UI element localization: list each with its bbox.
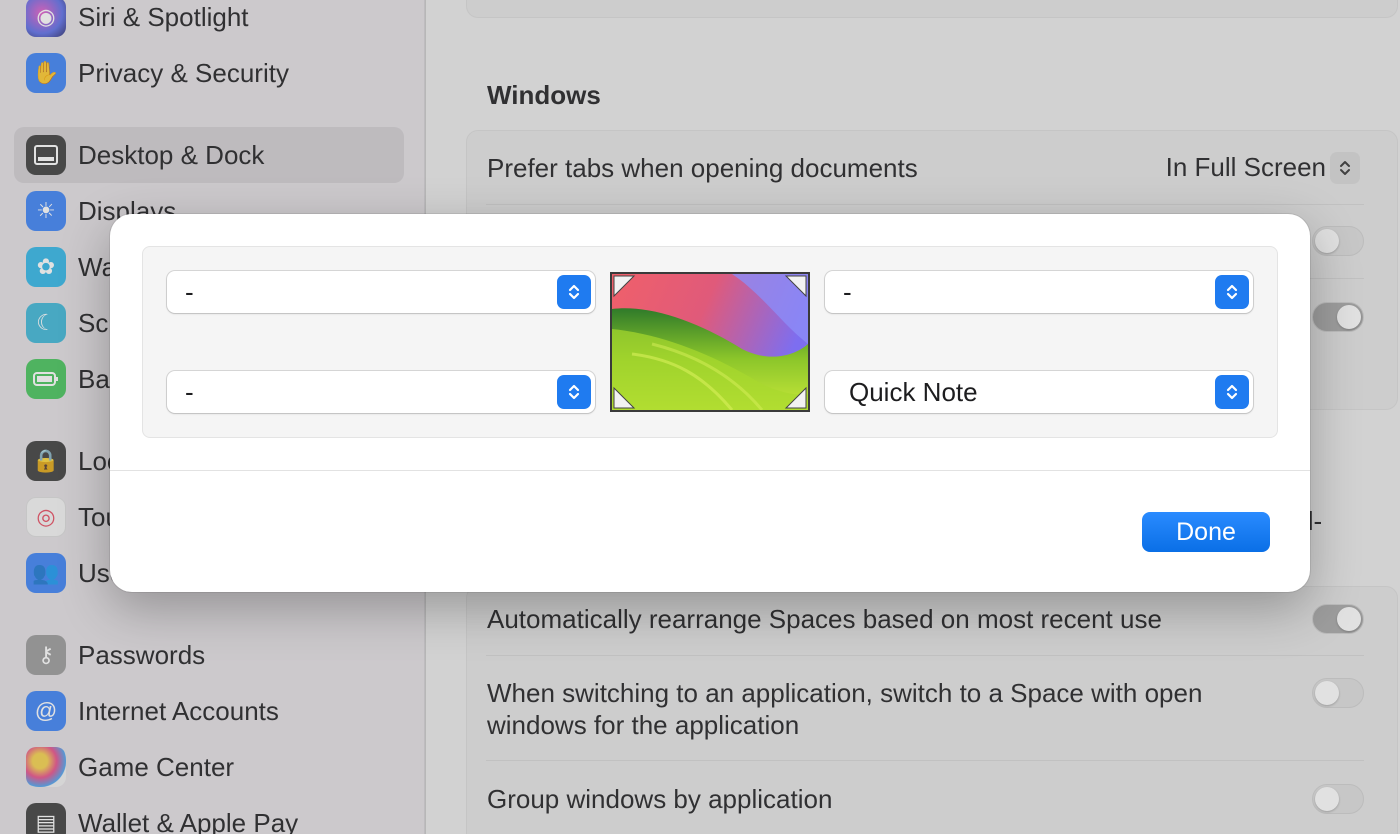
window-toggle-1[interactable]: [1312, 226, 1364, 256]
chevron-updown-icon: [557, 375, 591, 409]
wallpaper-thumbnail: [612, 274, 808, 410]
bottom-left-corner-value: -: [185, 376, 194, 407]
sidebar-item-game-center[interactable]: Game Center: [14, 739, 404, 795]
battery-icon: [26, 359, 66, 399]
chevron-updown-icon: [1215, 375, 1249, 409]
sidebar-item-label: Passwords: [78, 639, 206, 670]
sidebar-item-label: Internet Accounts: [78, 695, 279, 726]
key-icon: ⚷: [26, 635, 66, 675]
siri-icon: ◉: [26, 0, 66, 37]
sidebar-divider: [14, 112, 404, 113]
rearrange-spaces-label: Automatically rearrange Spaces based on …: [487, 604, 1162, 634]
top-left-corner-popup[interactable]: -: [167, 271, 595, 313]
group-windows-toggle[interactable]: [1312, 784, 1364, 814]
flower-icon: ✿: [26, 247, 66, 287]
group-windows-label: Group windows by application: [487, 784, 833, 814]
previous-group-box: [466, 0, 1398, 18]
sidebar-item-internet-accounts[interactable]: @ Internet Accounts: [14, 683, 404, 739]
sidebar-item-privacy[interactable]: ✋ Privacy & Security: [14, 45, 404, 101]
sidebar-item-label: Privacy & Security: [78, 57, 289, 88]
chevron-updown-icon: [1215, 275, 1249, 309]
hand-icon: ✋: [26, 53, 66, 93]
top-right-corner-popup[interactable]: -: [825, 271, 1253, 313]
toggle-knob: [1315, 681, 1339, 705]
chevron-updown-icon: [1340, 161, 1350, 175]
sidebar-item-wallet[interactable]: ▤ Wallet & Apple Pay: [14, 795, 404, 834]
row-separator: [486, 655, 1364, 656]
desktop-preview-image: [610, 272, 810, 412]
prefer-tabs-label: Prefer tabs when opening documents: [487, 153, 918, 183]
toggle-knob: [1315, 229, 1339, 253]
at-icon: @: [26, 691, 66, 731]
sidebar-item-passwords[interactable]: ⚷ Passwords: [14, 627, 404, 683]
row-separator: [486, 760, 1364, 761]
game-center-icon: [26, 747, 66, 787]
sidebar-item-label: Wallet & Apple Pay: [78, 807, 299, 834]
sidebar-item-desktop-dock[interactable]: Desktop & Dock: [14, 127, 404, 183]
switch-space-label-line2: windows for the application: [487, 710, 800, 740]
screensaver-icon: ☾: [26, 303, 66, 343]
sidebar-item-label: Siri & Spotlight: [78, 1, 249, 32]
top-left-corner-value: -: [185, 276, 194, 307]
toggle-knob: [1337, 607, 1361, 631]
dock-icon: [26, 135, 66, 175]
bottom-right-corner-value: Quick Note: [849, 376, 978, 407]
sidebar-item-label: Game Center: [78, 751, 235, 782]
bottom-left-corner-popup[interactable]: -: [167, 371, 595, 413]
rearrange-spaces-toggle[interactable]: [1312, 604, 1364, 634]
chevron-updown-icon: [557, 275, 591, 309]
toggle-knob: [1337, 305, 1361, 329]
windows-section-title: Windows: [487, 80, 601, 110]
top-right-corner-value: -: [843, 276, 852, 307]
done-button[interactable]: Done: [1142, 512, 1270, 552]
lock-icon: 🔒: [26, 441, 66, 481]
sheet-divider: [110, 470, 1310, 471]
prefer-tabs-value[interactable]: In Full Screen: [1166, 152, 1326, 183]
prefer-tabs-stepper[interactable]: [1330, 152, 1360, 184]
sidebar-item-siri[interactable]: ◉ Siri & Spotlight: [14, 0, 404, 45]
switch-space-toggle[interactable]: [1312, 678, 1364, 708]
wallet-icon: ▤: [26, 803, 66, 834]
bottom-right-corner-popup[interactable]: Quick Note: [825, 371, 1253, 413]
sidebar-item-label: Desktop & Dock: [78, 139, 265, 170]
hot-corners-sheet: - - - Quick Note Done: [110, 214, 1310, 592]
window-toggle-2[interactable]: [1312, 302, 1364, 332]
row-separator: [486, 204, 1364, 205]
sun-icon: ☀: [26, 191, 66, 231]
fingerprint-icon: ◎: [26, 497, 66, 537]
switch-space-label-line1: When switching to an application, switch…: [487, 678, 1203, 708]
toggle-knob: [1315, 787, 1339, 811]
users-icon: 👥: [26, 553, 66, 593]
